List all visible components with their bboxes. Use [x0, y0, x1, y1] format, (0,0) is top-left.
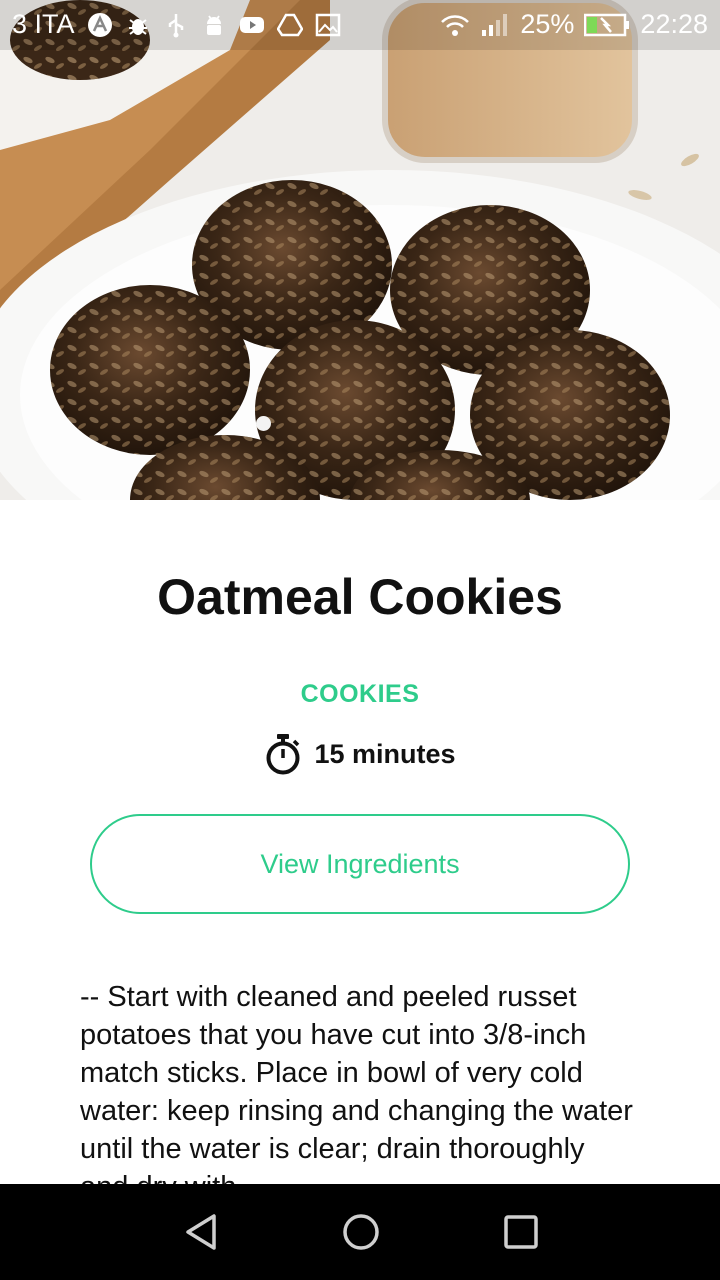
back-triangle-icon[interactable] — [182, 1212, 222, 1252]
cook-time-label: 15 minutes — [314, 738, 456, 769]
battery-percent: 25% — [520, 9, 575, 39]
recents-square-icon[interactable] — [501, 1212, 541, 1252]
home-circle-icon[interactable] — [341, 1212, 381, 1252]
app-a-icon — [87, 12, 112, 37]
image-pager-dot[interactable] — [256, 416, 271, 431]
clock: 22:28 — [640, 9, 708, 39]
wifi-icon — [441, 14, 470, 36]
drive-icon — [276, 13, 303, 36]
status-bar: 3 ITA 25% 22:28 — [0, 0, 720, 50]
image-icon — [315, 13, 340, 36]
view-ingredients-button[interactable]: View Ingredients — [90, 814, 630, 914]
youtube-icon — [239, 16, 264, 33]
system-nav-bar — [0, 1184, 720, 1280]
usb-icon — [168, 13, 183, 37]
android-icon — [206, 15, 221, 35]
carrier-label: 3 ITA — [12, 9, 75, 39]
recipe-description: -- Start with cleaned and peeled russet … — [80, 981, 633, 1184]
battery-charging-icon — [584, 13, 630, 36]
recipe-hero-image[interactable] — [0, 0, 720, 500]
bug-icon — [128, 18, 147, 35]
stopwatch-icon — [266, 734, 300, 775]
cookies-photo — [0, 0, 720, 500]
recipe-category: COOKIES — [300, 680, 420, 708]
signal-icon — [482, 13, 508, 36]
view-ingredients-label: View Ingredients — [260, 848, 460, 879]
cook-time-row: 15 minutes — [0, 732, 720, 776]
recipe-title: Oatmeal Cookies — [157, 569, 563, 625]
